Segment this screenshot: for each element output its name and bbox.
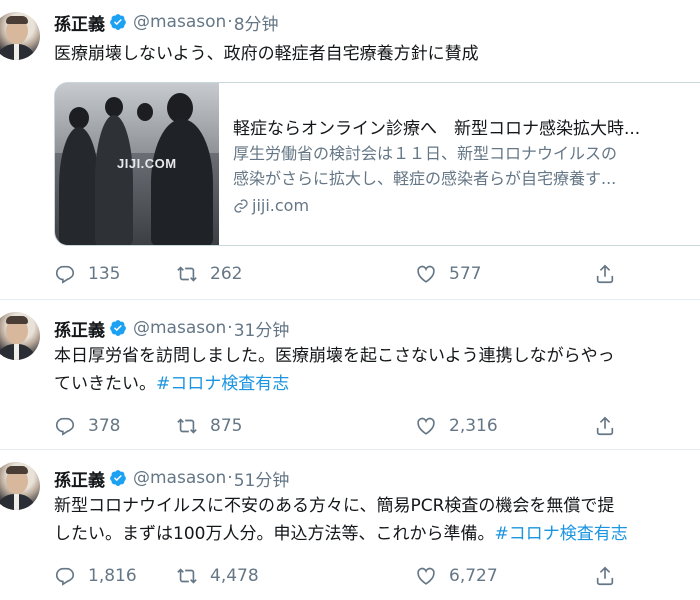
retweet-icon bbox=[177, 418, 197, 434]
author-handle[interactable]: @masason bbox=[133, 468, 226, 488]
reply-button[interactable]: 378 bbox=[54, 414, 120, 438]
card-description-line: 感染がさらに拡大し、軽症の感染者らが自宅療養す... bbox=[233, 169, 617, 188]
tweet-text-line: 新型コロナウイルスに不安のある方々に、簡易PCR検査の機会を無償で提 bbox=[54, 496, 615, 516]
share-button[interactable] bbox=[594, 564, 616, 588]
like-count: 577 bbox=[449, 264, 482, 284]
like-icon bbox=[417, 567, 435, 585]
tweet[interactable]: 孫正義 @masason · 31分钟 本日厚労省を訪問しました。医療崩壊を起こ… bbox=[0, 300, 700, 450]
retweet-count: 4,478 bbox=[210, 566, 259, 586]
tweet-actions: 1,816 4,478 6,727 bbox=[54, 564, 674, 588]
like-icon bbox=[417, 417, 435, 435]
tweet-text-line: 医療崩壊しないよう、政府の軽症者自宅療養方針に賛成 bbox=[54, 44, 479, 64]
retweet-button[interactable]: 4,478 bbox=[176, 564, 259, 588]
retweet-icon bbox=[177, 266, 197, 282]
timestamp[interactable]: 31分钟 bbox=[234, 316, 290, 341]
like-icon bbox=[417, 265, 435, 283]
card-title: 軽症ならオンライン診療へ 新型コロナ感染拡大時... bbox=[233, 119, 641, 139]
tweet-text-line: 本日厚労省を訪問しました。医療崩壊を起こさないよう連携しながらやっ bbox=[54, 346, 615, 366]
avatar[interactable] bbox=[0, 312, 40, 360]
separator: · bbox=[227, 12, 233, 32]
card-description: 厚生労働省の検討会は１１日、新型コロナウイルスの 感染がさらに拡大し、軽症の感染… bbox=[233, 141, 700, 191]
share-icon bbox=[596, 566, 614, 586]
reply-icon bbox=[55, 567, 75, 586]
tweet-header: 孫正義 @masason · 31分钟 bbox=[54, 316, 290, 341]
share-icon bbox=[596, 264, 614, 284]
reply-count: 135 bbox=[88, 264, 121, 284]
hashtag-link[interactable]: #コロナ検査有志 bbox=[156, 374, 289, 394]
tweet-text-line: ていきたい。#コロナ検査有志 bbox=[54, 370, 700, 398]
separator: · bbox=[227, 318, 233, 338]
card-image: JIJI.COM bbox=[55, 83, 219, 245]
card-body: 軽症ならオンライン診療へ 新型コロナ感染拡大時... 厚生労働省の検討会は１１日… bbox=[233, 83, 700, 245]
card-image-logo: JIJI.COM bbox=[117, 156, 177, 171]
tweet-text-segment: ていきたい。 bbox=[54, 374, 156, 394]
tweet-actions: 378 875 2,316 bbox=[54, 414, 674, 438]
tweet-text-line: したい。まずは100万人分。申込方法等、これから準備。#コロナ検査有志 bbox=[54, 520, 700, 548]
tweet-header: 孫正義 @masason · 8分钟 bbox=[54, 10, 279, 35]
reply-icon bbox=[55, 265, 75, 284]
author-name[interactable]: 孫正義 bbox=[54, 466, 105, 491]
retweet-icon bbox=[177, 568, 197, 584]
reply-count: 378 bbox=[88, 416, 121, 436]
author-handle[interactable]: @masason bbox=[133, 318, 226, 338]
tweet[interactable]: 孫正義 @masason · 51分钟 新型コロナウイルスに不安のある方々に、簡… bbox=[0, 450, 700, 600]
separator: · bbox=[227, 468, 233, 488]
reply-icon bbox=[55, 417, 75, 436]
like-button[interactable]: 2,316 bbox=[415, 414, 498, 438]
author-name[interactable]: 孫正義 bbox=[54, 316, 105, 341]
tweet-text: 新型コロナウイルスに不安のある方々に、簡易PCR検査の機会を無償で提 したい。ま… bbox=[54, 492, 700, 548]
author-handle[interactable]: @masason bbox=[133, 12, 226, 32]
verified-badge-icon bbox=[110, 14, 126, 30]
reply-count: 1,816 bbox=[88, 566, 137, 586]
reply-button[interactable]: 1,816 bbox=[54, 564, 137, 588]
retweet-count: 262 bbox=[210, 264, 243, 284]
author-name[interactable]: 孫正義 bbox=[54, 10, 105, 35]
like-button[interactable]: 577 bbox=[415, 262, 481, 286]
like-button[interactable]: 6,727 bbox=[415, 564, 498, 588]
tweet-text: 本日厚労省を訪問しました。医療崩壊を起こさないよう連携しながらやっ ていきたい。… bbox=[54, 342, 700, 398]
card-description-line: 厚生労働省の検討会は１１日、新型コロナウイルスの bbox=[233, 144, 618, 163]
tweet-text-segment: したい。まずは100万人分。申込方法等、これから準備。 bbox=[54, 524, 495, 544]
tweet-text: 医療崩壊しないよう、政府の軽症者自宅療養方針に賛成 bbox=[54, 40, 700, 68]
tweet-header: 孫正義 @masason · 51分钟 bbox=[54, 466, 290, 491]
verified-badge-icon bbox=[110, 470, 126, 486]
avatar[interactable] bbox=[0, 462, 40, 510]
like-count: 6,727 bbox=[449, 566, 498, 586]
timestamp[interactable]: 51分钟 bbox=[234, 466, 290, 491]
share-button[interactable] bbox=[594, 414, 616, 438]
card-url-text: jiji.com bbox=[252, 196, 310, 215]
verified-badge-icon bbox=[110, 320, 126, 336]
link-icon bbox=[234, 198, 248, 213]
tweet[interactable]: 孫正義 @masason · 8分钟 医療崩壊しないよう、政府の軽症者自宅療養方… bbox=[0, 0, 700, 300]
share-icon bbox=[596, 416, 614, 436]
retweet-button[interactable]: 875 bbox=[176, 414, 242, 438]
retweet-button[interactable]: 262 bbox=[176, 262, 242, 286]
tweet-actions: 135 262 577 bbox=[54, 262, 674, 286]
retweet-count: 875 bbox=[210, 416, 243, 436]
avatar[interactable] bbox=[0, 12, 40, 60]
timestamp[interactable]: 8分钟 bbox=[234, 10, 279, 35]
card-url: jiji.com bbox=[233, 196, 309, 215]
link-card[interactable]: JIJI.COM 軽症ならオンライン診療へ 新型コロナ感染拡大時... 厚生労働… bbox=[54, 82, 700, 246]
like-count: 2,316 bbox=[449, 416, 498, 436]
share-button[interactable] bbox=[594, 262, 616, 286]
hashtag-link[interactable]: #コロナ検査有志 bbox=[494, 524, 627, 544]
reply-button[interactable]: 135 bbox=[54, 262, 120, 286]
